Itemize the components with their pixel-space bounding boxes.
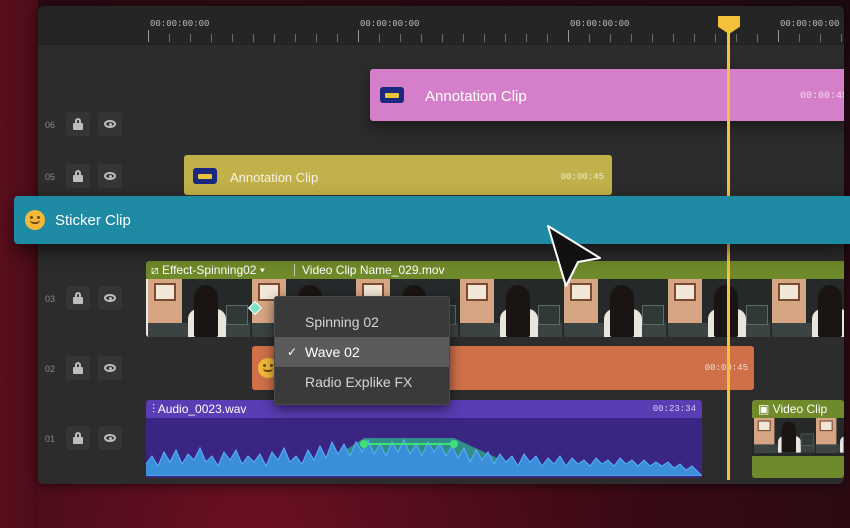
lock-icon <box>73 292 83 304</box>
check-icon: ✓ <box>287 345 298 359</box>
video-clip-header: ⧄ Effect-Spinning02 ▾ Video Clip Name_02… <box>146 261 844 279</box>
eye-icon <box>104 294 116 302</box>
effect-dropdown[interactable]: ⧄ Effect-Spinning02 ▾ <box>151 263 265 278</box>
video-filmstrip <box>752 418 844 478</box>
video-clip-label: ▣ Video Clip <box>758 402 828 416</box>
ruler-timecode: 00:00:00:00 <box>780 19 840 29</box>
video-clip-name: Video Clip Name_029.mov <box>302 263 445 277</box>
track-lock-button[interactable] <box>66 164 90 188</box>
chevron-down-icon: ▾ <box>256 263 265 277</box>
envelope-keyframe <box>360 440 368 448</box>
track-number: 02 <box>45 364 56 374</box>
track-number: 06 <box>45 120 56 130</box>
clip-label: Annotation Clip <box>425 88 527 105</box>
timeline-panel: 00:00:00:00 00:00:00:00 00:00:00:00 00:0… <box>38 6 844 484</box>
volume-envelope[interactable] <box>146 400 702 478</box>
effect-dropdown-menu: Spinning 02 ✓ Wave 02 Radio Explike FX <box>274 296 450 405</box>
lock-icon <box>73 432 83 444</box>
annotation-icon <box>193 168 217 184</box>
track-visibility-button[interactable] <box>98 356 122 380</box>
ruler-timecode: 00:00:00:00 <box>570 19 630 29</box>
sticker-clip-dragging[interactable]: Sticker Clip <box>14 196 850 244</box>
audio-clip-track-01[interactable]: ⫶ Audio_0023.wav 00:23:34 <box>146 400 702 478</box>
effect-label: Effect-Spinning02 <box>161 263 257 277</box>
eye-icon <box>104 172 116 180</box>
playhead-line[interactable] <box>727 24 730 480</box>
annotation-clip-track-06[interactable]: Annotation Clip 00:00:45 <box>370 69 844 121</box>
track-number: 05 <box>45 172 56 182</box>
effect-menu-item-spinning-02[interactable]: Spinning 02 <box>275 307 449 337</box>
clip-label: Annotation Clip <box>230 170 319 185</box>
annotation-clip-track-05[interactable]: Annotation Clip 00:00:45 <box>184 155 612 195</box>
clip-label: Sticker Clip <box>55 212 131 229</box>
video-frame-thumbnail <box>816 418 844 453</box>
video-clip-track-01[interactable]: ▣ Video Clip <box>752 400 844 478</box>
video-frame-thumbnail <box>148 279 250 337</box>
header-divider <box>294 264 295 276</box>
track-visibility-button[interactable] <box>98 426 122 450</box>
eye-icon <box>104 434 116 442</box>
track-number: 03 <box>45 294 56 304</box>
sticker-icon <box>25 210 45 230</box>
track-visibility-button[interactable] <box>98 286 122 310</box>
effect-menu-item-wave-02[interactable]: ✓ Wave 02 <box>275 337 449 367</box>
ruler-timecode: 00:00:00:00 <box>150 19 210 29</box>
track-lock-button[interactable] <box>66 426 90 450</box>
track-number: 01 <box>45 434 56 444</box>
track-lock-button[interactable] <box>66 286 90 310</box>
track-header-06: 06 <box>38 110 138 140</box>
track-visibility-button[interactable] <box>98 164 122 188</box>
track-lock-button[interactable] <box>66 356 90 380</box>
lock-icon <box>73 362 83 374</box>
track-header-01: 01 <box>38 424 138 454</box>
eye-icon <box>104 364 116 372</box>
clip-duration: 00:00:45 <box>560 172 604 182</box>
ruler-major-ticks <box>148 30 844 42</box>
video-frame-thumbnail <box>754 418 816 453</box>
track-visibility-button[interactable] <box>98 112 122 136</box>
annotation-icon <box>380 87 404 103</box>
track-header-05: 05 <box>38 162 138 192</box>
clip-duration: 00:00:45 <box>799 91 844 102</box>
video-clip-track-03[interactable]: ⧄ Effect-Spinning02 ▾ Video Clip Name_02… <box>146 261 844 337</box>
effect-menu-item-radio-explike-fx[interactable]: Radio Explike FX <box>275 367 449 397</box>
video-icon: ▣ <box>758 402 773 416</box>
track-header-02: 02 <box>38 354 138 384</box>
effect-icon: ⧄ <box>151 263 162 277</box>
clip-trim-handle[interactable] <box>146 279 148 337</box>
track-lock-button[interactable] <box>66 112 90 136</box>
track-header-03: 03 <box>38 284 138 314</box>
lock-icon <box>73 118 83 130</box>
video-frame-thumbnail <box>668 279 770 337</box>
lock-icon <box>73 170 83 182</box>
eye-icon <box>104 120 116 128</box>
video-audio-strip <box>752 456 844 478</box>
ruler-timecode: 00:00:00:00 <box>360 19 420 29</box>
mouse-cursor-icon <box>547 225 601 287</box>
envelope-keyframe <box>450 440 458 448</box>
video-clip-header: ▣ Video Clip <box>752 400 844 418</box>
video-frame-thumbnail <box>772 279 844 337</box>
